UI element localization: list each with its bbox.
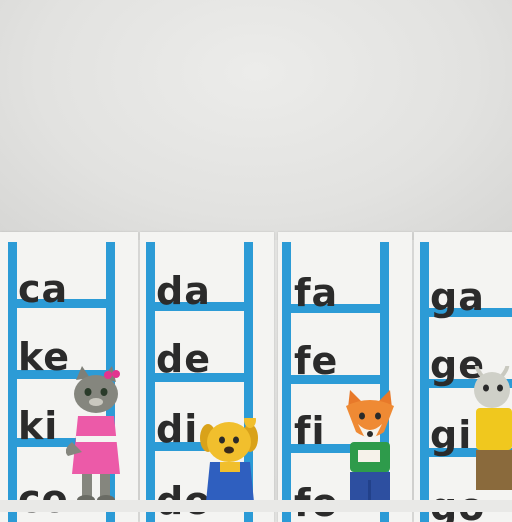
syllable: fa [294, 271, 339, 315]
syllable-card-d: da de di do [140, 232, 274, 522]
syllable: ca [18, 267, 69, 311]
syllable-card-g: ga ge gi go [414, 232, 512, 522]
syllable: gi [430, 413, 473, 457]
syllable: di [156, 407, 199, 451]
syllable: ke [18, 335, 71, 379]
syllable: co [18, 477, 69, 521]
dog-icon [200, 418, 258, 502]
cat-icon [66, 366, 120, 505]
syllable: da [156, 269, 211, 313]
fox-icon [346, 390, 394, 506]
syllable: fe [294, 339, 339, 383]
syllable: de [156, 337, 211, 381]
goat-icon [474, 366, 512, 490]
ladder-rail-left [8, 242, 17, 522]
syllable: fi [294, 409, 326, 453]
syllable: ga [430, 275, 485, 319]
syllable-card-c: ca ke ki co [0, 232, 138, 522]
syllable-card-f: fa fe fi fo [278, 232, 412, 522]
ladder-rail-left [146, 242, 155, 522]
syllable: ki [18, 404, 59, 448]
shelf-edge [0, 500, 512, 512]
ceiling [0, 0, 512, 240]
